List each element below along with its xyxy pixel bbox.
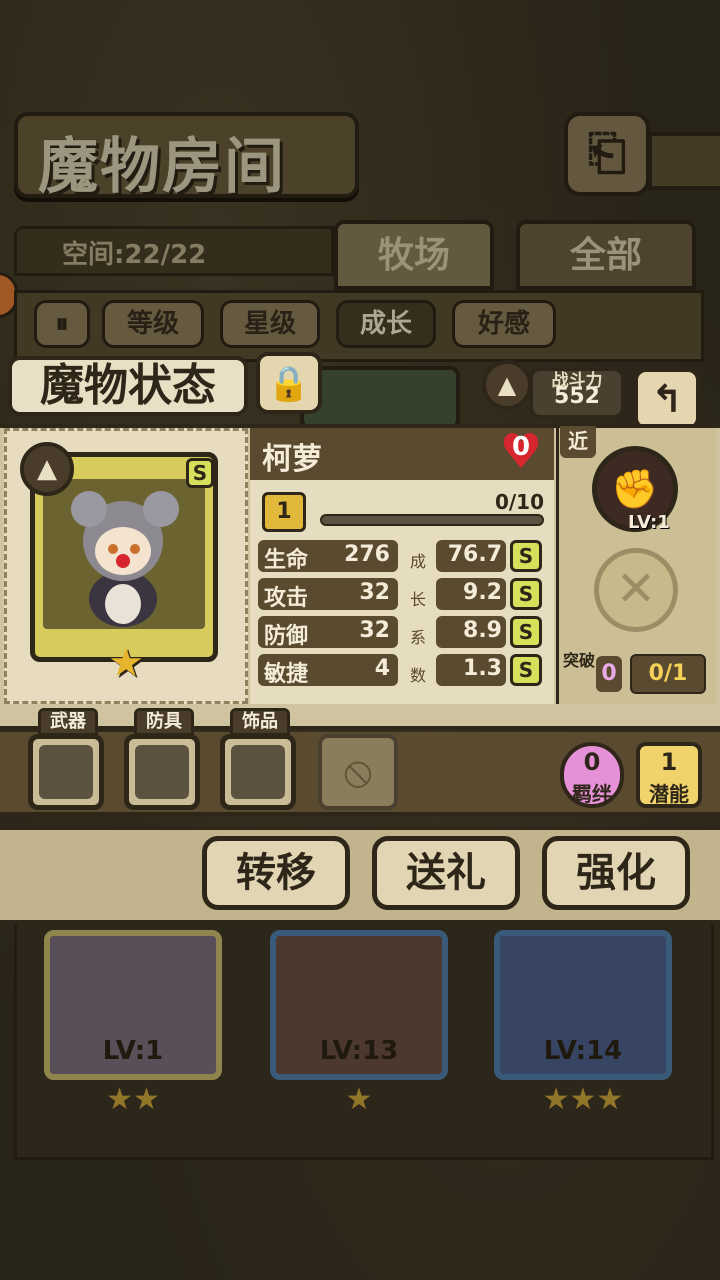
element-icon: ▲ — [482, 360, 532, 410]
skill-level: LV:1 — [628, 512, 670, 533]
bond-label: 羁绊 — [572, 782, 612, 806]
slot-inner — [231, 745, 285, 799]
armor-slot[interactable] — [124, 734, 200, 810]
breakthrough-count: 0 — [596, 656, 622, 692]
accessory-slot[interactable] — [220, 734, 296, 810]
exp-bar — [320, 514, 544, 526]
monster-name: 柯萝 — [262, 442, 322, 477]
potential-button[interactable]: 1 潜能 — [636, 742, 702, 808]
monster-portrait — [43, 479, 205, 629]
growth-label-char: 成 — [409, 552, 426, 571]
growth-label-char: 系 — [409, 628, 426, 647]
enhance-button[interactable]: 强化 — [542, 836, 690, 910]
power-value: 552 — [554, 384, 600, 409]
gift-button[interactable]: 送礼 — [372, 836, 520, 910]
growth-label-char: 数 — [409, 666, 426, 685]
rank-badge: S — [186, 458, 214, 488]
stat-label: 攻击 — [264, 586, 309, 611]
stat-value: 32 — [359, 580, 390, 605]
slot-inner — [39, 745, 93, 799]
bond-button[interactable]: 0 羁绊 — [560, 742, 624, 808]
growth-value: 8.9 — [463, 618, 502, 643]
potential-count: 1 — [660, 748, 678, 776]
disabled-slot-icon: ⦸ — [318, 734, 398, 810]
exp-text: 0/10 — [494, 490, 544, 514]
stat-value: 276 — [344, 542, 390, 567]
koala-girl-illustration — [71, 491, 179, 627]
range-tag: 近 — [560, 426, 596, 458]
grade-badge: S — [510, 540, 542, 572]
growth-value: 9.2 — [463, 580, 502, 605]
weapon-label: 武器 — [38, 708, 98, 736]
back-arrow-icon[interactable]: ↰ — [634, 368, 700, 430]
stat-label: 防御 — [264, 624, 309, 649]
stat-value: 32 — [359, 618, 390, 643]
level-badge: 1 — [262, 492, 306, 532]
breakthrough-progress: 0/1 — [630, 654, 706, 694]
stat-label: 生命 — [264, 548, 309, 573]
grade-badge: S — [510, 578, 542, 610]
affection-value: 0 — [511, 432, 531, 462]
bond-count: 0 — [583, 748, 601, 776]
popup-title: 魔物状态 — [8, 356, 248, 416]
weapon-slot[interactable] — [28, 734, 104, 810]
armor-label: 防具 — [134, 708, 194, 736]
transfer-button[interactable]: 转移 — [202, 836, 350, 910]
growth-value: 76.7 — [447, 542, 502, 567]
stat-value: 4 — [374, 656, 390, 681]
slot-inner — [135, 745, 189, 799]
grade-badge: S — [510, 654, 542, 686]
element-icon: ▲ — [20, 442, 74, 496]
star-icon: ★ — [108, 640, 144, 686]
grade-badge: S — [510, 616, 542, 648]
breakthrough-label: 突破 — [562, 651, 595, 670]
empty-skill-slot-icon[interactable]: ✕ — [594, 548, 678, 632]
growth-label-char: 长 — [409, 590, 426, 609]
stat-label: 敏捷 — [264, 662, 309, 687]
lock-icon[interactable]: 🔒 — [256, 352, 322, 414]
accessory-label: 饰品 — [230, 708, 290, 736]
potential-label: 潜能 — [649, 782, 689, 806]
growth-value: 1.3 — [463, 656, 502, 681]
